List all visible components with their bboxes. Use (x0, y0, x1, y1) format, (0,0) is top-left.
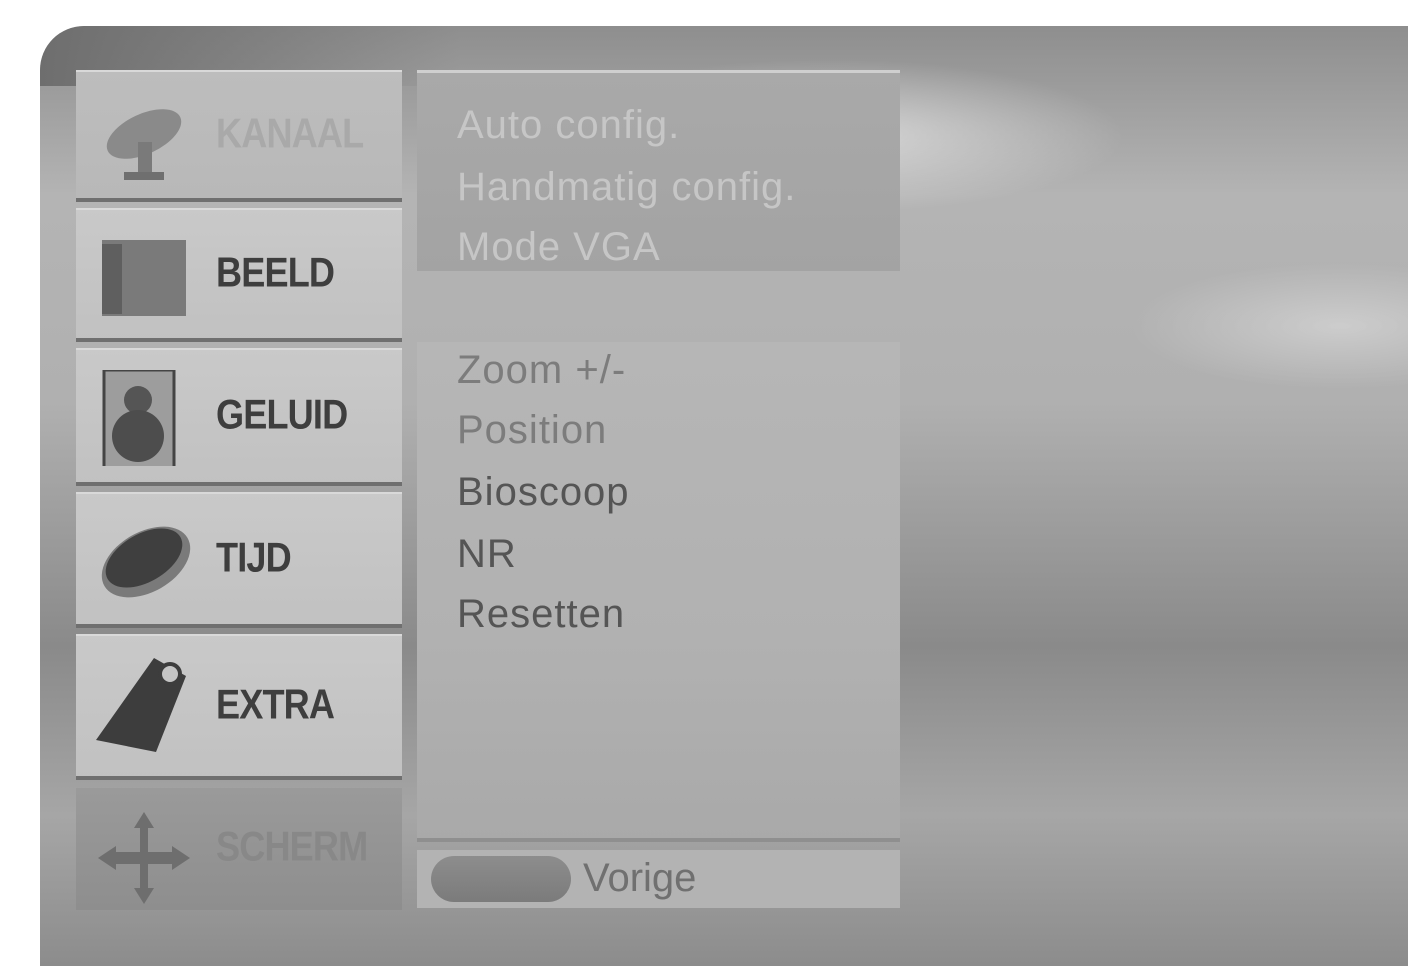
sidebar-item-extra[interactable]: EXTRA (76, 634, 402, 780)
sidebar-item-label: SCHERM (216, 822, 368, 870)
screen-submenu: Zoom +/- Position Bioscoop NR Resetten (417, 342, 900, 842)
osd-menu: KANAAL BEELD GELUID TIJD EXTRA SCHERM Au… (40, 26, 1408, 966)
menu-option-auto-config[interactable]: Auto config. (457, 103, 680, 148)
move-arrows-icon (98, 812, 190, 904)
config-submenu: Auto config. Handmatig config. Mode VGA (417, 70, 900, 271)
menu-option-manual-config[interactable]: Handmatig config. (457, 165, 796, 210)
menu-option-zoom[interactable]: Zoom +/- (457, 348, 626, 393)
sidebar-item-geluid[interactable]: GELUID (76, 348, 402, 486)
back-button-label[interactable]: Vorige (583, 856, 696, 901)
sidebar-item-scherm[interactable]: SCHERM (76, 788, 402, 910)
sidebar-item-label: KANAAL (216, 109, 364, 157)
menu-option-position[interactable]: Position (457, 408, 607, 453)
menu-option-nr[interactable]: NR (457, 532, 517, 577)
sidebar-item-label: BEELD (216, 248, 335, 296)
speaker-icon (102, 370, 176, 466)
menu-option-bioscoop[interactable]: Bioscoop (457, 470, 630, 515)
tag-icon (96, 658, 186, 752)
back-key-icon (431, 856, 571, 902)
sidebar-item-tijd[interactable]: TIJD (76, 492, 402, 628)
sidebar-item-beeld[interactable]: BEELD (76, 208, 402, 342)
satellite-dish-icon (106, 109, 182, 180)
menu-option-reset[interactable]: Resetten (457, 592, 625, 637)
clock-icon (101, 526, 191, 598)
picture-frame-icon (102, 240, 186, 316)
menu-option-vga-mode[interactable]: Mode VGA (457, 225, 661, 270)
sidebar-item-kanaal[interactable]: KANAAL (76, 70, 402, 202)
sidebar-item-label: TIJD (216, 533, 292, 581)
sidebar-item-label: GELUID (216, 390, 348, 438)
footer-bar: Vorige (417, 850, 900, 908)
sidebar-item-label: EXTRA (216, 680, 335, 728)
